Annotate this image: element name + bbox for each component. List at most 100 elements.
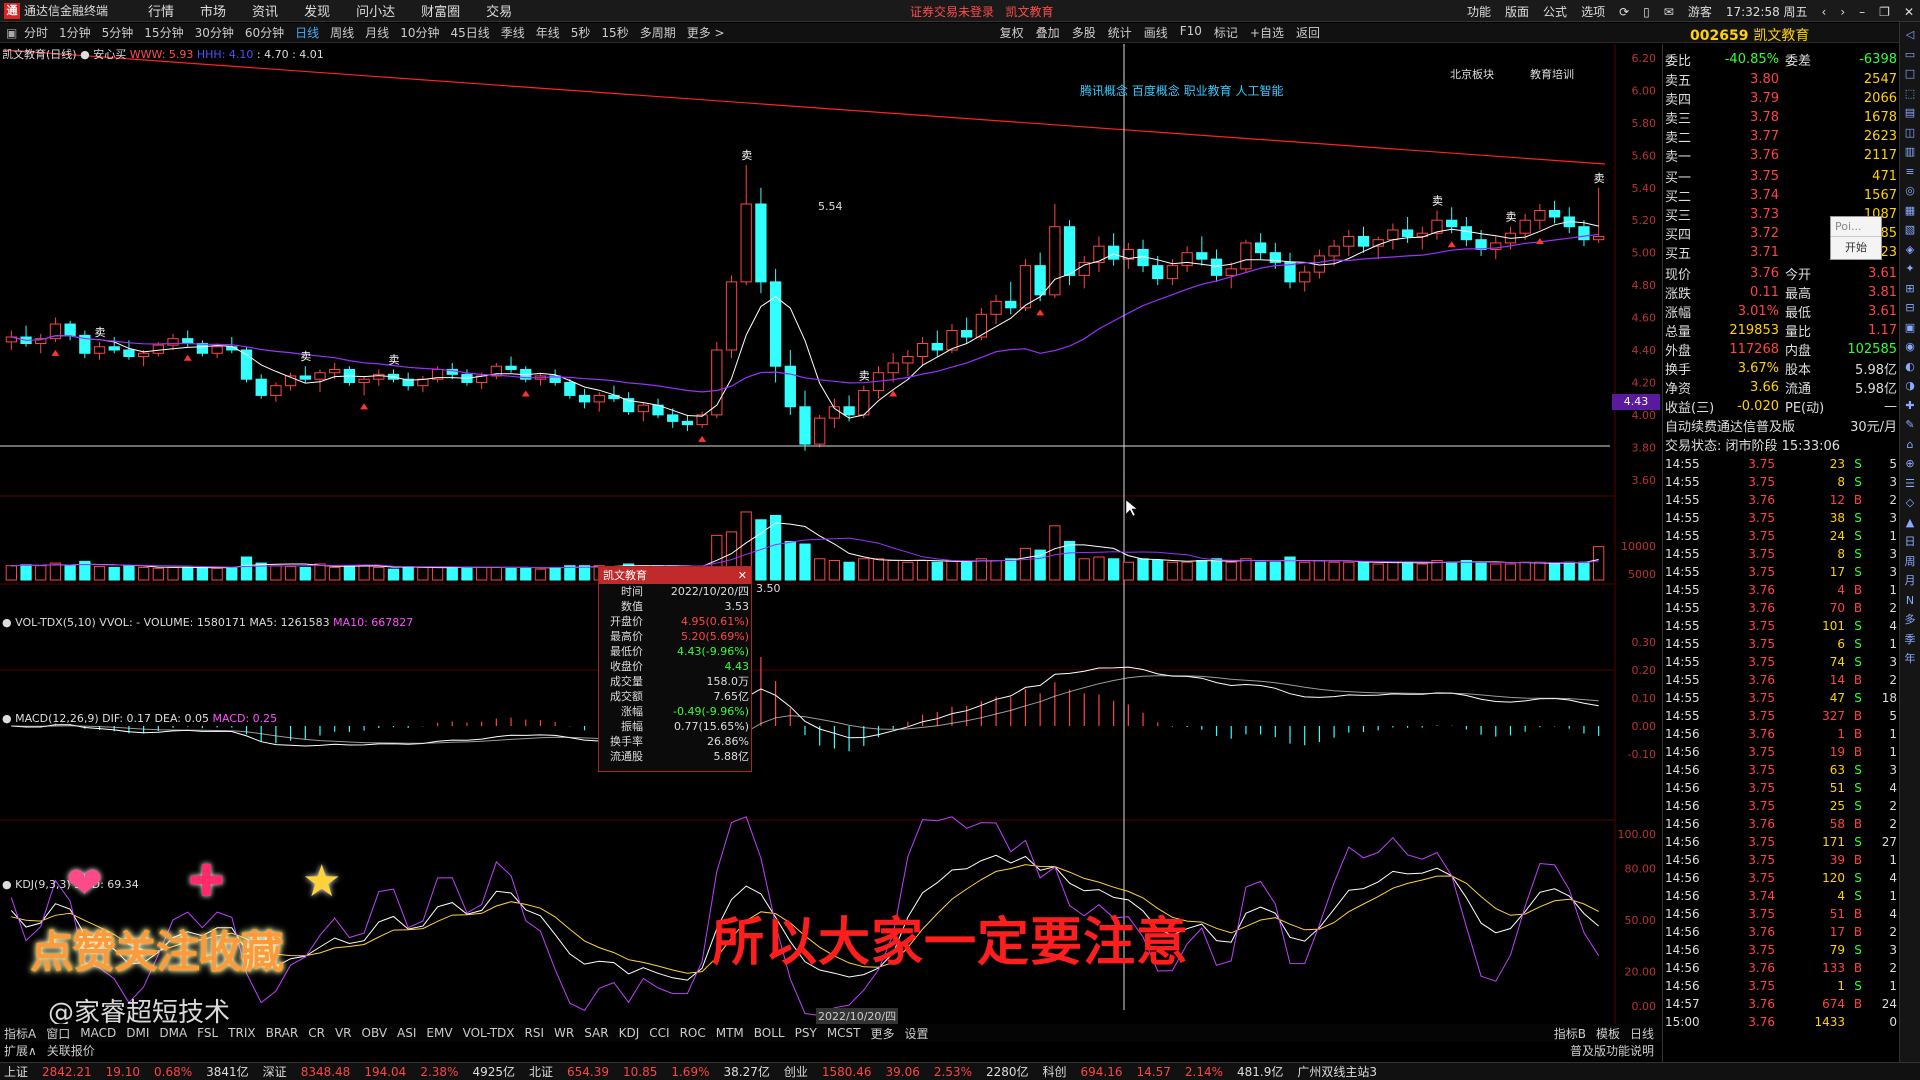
back-icon[interactable]: ‹ (1822, 5, 1827, 19)
forward-icon[interactable]: › (1840, 5, 1845, 19)
menu-item-quotes[interactable]: 行情 (148, 1, 174, 20)
ask-level[interactable]: 卖三 3.78 1678 (1665, 108, 1897, 127)
indicator-tab-9[interactable]: VR (335, 1026, 352, 1040)
sidebar-tool-icon[interactable]: ▣ (1903, 321, 1917, 335)
status-item[interactable]: 广州双线主站3 (1297, 1063, 1377, 1080)
menu-item-wealth[interactable]: 财富圈 (421, 1, 460, 20)
indicator-tab-16[interactable]: SAR (584, 1026, 608, 1040)
tooltip-close-icon[interactable]: ✕ (738, 567, 747, 584)
sidebar-tool-icon[interactable]: □ (1903, 67, 1917, 81)
period-tab-1[interactable]: 1分钟 (59, 24, 91, 41)
indicator-tab-0[interactable]: 指标A (4, 1025, 36, 1042)
menu-item-layout[interactable]: 版面 (1505, 3, 1529, 20)
promo-text[interactable]: 自动续费通达信普及版 (1665, 416, 1835, 435)
tool-button-4[interactable]: 画线 (1144, 24, 1168, 41)
status-item[interactable]: 3841亿 (206, 1063, 249, 1080)
sidebar-tool-icon[interactable]: 月 (1903, 574, 1917, 588)
period-tab-6[interactable]: 日线 (295, 24, 319, 41)
tool-button-1[interactable]: 叠加 (1036, 24, 1060, 41)
indicator-tab-2[interactable]: MACD (80, 1026, 116, 1040)
sidebar-tool-icon[interactable]: 年 (1903, 652, 1917, 666)
tool-button-7[interactable]: +自选 (1250, 24, 1284, 41)
sidebar-tool-icon[interactable]: 周 (1903, 555, 1917, 569)
indicator-right-tab-2[interactable]: 日线 (1630, 1025, 1654, 1042)
kline-chart[interactable]: 6.20 6.00 5.80 5.60 5.40 5.20 5.00 4.80 4.60 4.40… (0, 44, 1662, 1030)
period-tab-12[interactable]: 年线 (536, 24, 560, 41)
restore-icon[interactable]: ❐ (1879, 5, 1890, 19)
indicator-tab-8[interactable]: CR (308, 1026, 325, 1040)
indicator-tab-21[interactable]: BOLL (754, 1026, 785, 1040)
sidebar-tool-icon[interactable]: ☰ (1903, 477, 1917, 491)
indicator-tab-15[interactable]: WR (554, 1026, 574, 1040)
industry-tag[interactable]: 教育培训 (1530, 66, 1574, 82)
period-tab-3[interactable]: 15分钟 (144, 24, 183, 41)
indicator-tab-6[interactable]: TRIX (228, 1026, 255, 1040)
indicator-tab-20[interactable]: MTM (716, 1026, 744, 1040)
period-tab-10[interactable]: 45日线 (450, 24, 489, 41)
indicator-tab-5[interactable]: FSL (197, 1026, 218, 1040)
minimize-icon[interactable]: – (1859, 5, 1865, 19)
indicator-tab-22[interactable]: PSY (795, 1026, 817, 1040)
sidebar-tool-icon[interactable]: ⊞ (1903, 282, 1917, 296)
period-tab-16[interactable]: 更多 > (687, 24, 725, 41)
indicator-tab-17[interactable]: KDJ (619, 1026, 640, 1040)
sidebar-tool-icon[interactable]: ▧ (1903, 223, 1917, 237)
sidebar-tool-icon[interactable]: ◫ (1903, 126, 1917, 140)
sidebar-tool-icon[interactable]: ⬚ (1903, 87, 1917, 101)
menu-item-news[interactable]: 资讯 (252, 1, 278, 20)
period-tab-15[interactable]: 多周期 (640, 24, 676, 41)
sidebar-tool-icon[interactable]: ▥ (1903, 145, 1917, 159)
popup-start-button[interactable]: 开始 (1831, 237, 1881, 259)
bid-level[interactable]: 买一 3.75 471 (1665, 167, 1897, 186)
status-item[interactable]: 2280亿 (986, 1063, 1029, 1080)
tool-button-2[interactable]: 多股 (1072, 24, 1096, 41)
menu-item-formula[interactable]: 公式 (1543, 3, 1567, 20)
menu-item-trade[interactable]: 交易 (486, 1, 512, 20)
user-guest[interactable]: 游客 (1688, 3, 1712, 20)
extension-tab-1[interactable]: 关联报价 (47, 1042, 95, 1059)
sidebar-tool-icon[interactable]: ⌂ (1903, 438, 1917, 452)
period-tab-5[interactable]: 60分钟 (245, 24, 284, 41)
menu-item-options[interactable]: 选项 (1581, 3, 1605, 20)
indicator-tab-19[interactable]: ROC (680, 1026, 706, 1040)
function-help-link[interactable]: 普及版功能说明 (1570, 1042, 1654, 1059)
menu-item-discover[interactable]: 发现 (304, 1, 330, 20)
login-notice[interactable]: 证券交易未登录 凯文教育 (910, 3, 1053, 20)
ask-level[interactable]: 卖二 3.77 2623 (1665, 127, 1897, 146)
refresh-icon[interactable]: ⟳ (1619, 5, 1629, 19)
popup-input[interactable]: Poi... (1831, 217, 1881, 237)
sidebar-tool-icon[interactable]: ◎ (1903, 184, 1917, 198)
period-tab-11[interactable]: 季线 (501, 24, 525, 41)
indicator-tab-3[interactable]: DMI (126, 1026, 149, 1040)
indicator-tab-25[interactable]: 设置 (905, 1025, 929, 1042)
sidebar-tool-icon[interactable]: ✎ (1903, 418, 1917, 432)
sidebar-tool-icon[interactable]: ◑ (1903, 379, 1917, 393)
chart-area[interactable]: 6.20 6.00 5.80 5.60 5.40 5.20 5.00 4.80 4.60 4.40… (0, 44, 1662, 1030)
sidebar-tool-icon[interactable]: ≡ (1903, 165, 1917, 179)
indicator-tab-14[interactable]: RSI (525, 1026, 545, 1040)
sidebar-tool-icon[interactable]: ▭ (1903, 48, 1917, 62)
sidebar-tool-icon[interactable]: ▦ (1903, 204, 1917, 218)
menu-item-market[interactable]: 市场 (200, 1, 226, 20)
sidebar-tool-icon[interactable]: ⊕ (1903, 457, 1917, 471)
layout-toggle-icon[interactable]: ▣ (6, 26, 17, 40)
sidebar-tool-icon[interactable]: ◉ (1903, 340, 1917, 354)
mail-icon[interactable]: ✉ (1664, 5, 1674, 19)
bid-level[interactable]: 买二 3.74 1567 (1665, 186, 1897, 205)
menu-item-function[interactable]: 功能 (1467, 3, 1491, 20)
sidebar-tool-icon[interactable]: ⊟ (1903, 301, 1917, 315)
sidebar-tool-icon[interactable]: ✦ (1903, 262, 1917, 276)
indicator-tab-4[interactable]: DMA (159, 1026, 187, 1040)
tool-button-3[interactable]: 统计 (1108, 24, 1132, 41)
indicator-right-tab-1[interactable]: 模板 (1596, 1025, 1620, 1042)
period-tab-14[interactable]: 15秒 (601, 24, 628, 41)
sidebar-tool-icon[interactable]: ◈ (1903, 243, 1917, 257)
sidebar-tool-icon[interactable]: 季 (1903, 633, 1917, 647)
sidebar-tool-icon[interactable]: ◐ (1903, 360, 1917, 374)
ask-level[interactable]: 卖一 3.76 2117 (1665, 146, 1897, 165)
tool-button-5[interactable]: F10 (1180, 24, 1202, 41)
close-icon[interactable]: ✕ (1904, 5, 1914, 19)
sidebar-tool-icon[interactable]: 日 (1903, 535, 1917, 549)
menu-item-ask[interactable]: 问小达 (356, 1, 395, 20)
phone-icon[interactable]: ▯ (1643, 5, 1650, 19)
